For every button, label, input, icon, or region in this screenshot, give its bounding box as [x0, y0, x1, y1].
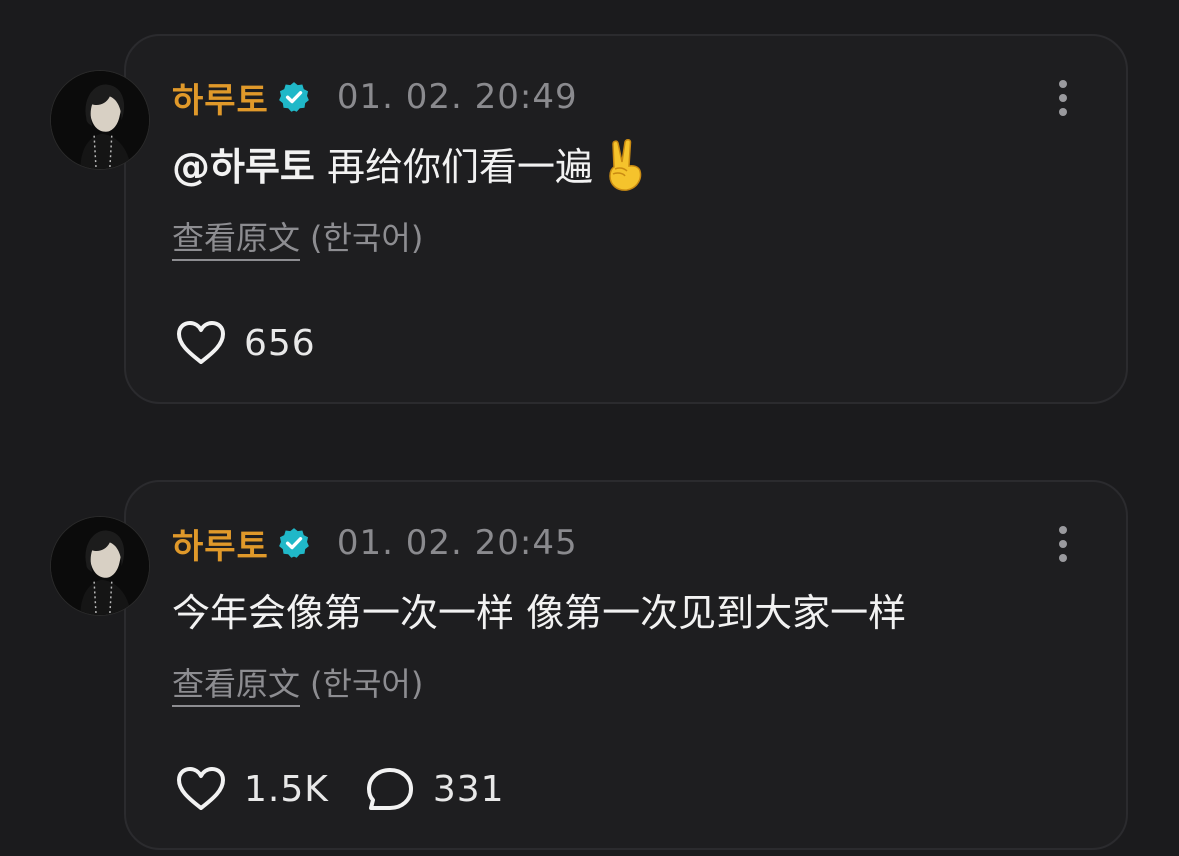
like-count: 656: [244, 322, 316, 364]
original-language-label: (한국어): [310, 665, 424, 703]
translation-toggle: 查看原文 (한국어): [172, 216, 424, 261]
more-options-icon[interactable]: [1056, 78, 1070, 118]
view-original-link[interactable]: 查看原文: [172, 219, 301, 261]
username[interactable]: 하루토: [172, 519, 269, 568]
more-options-icon[interactable]: [1056, 524, 1070, 564]
like-button[interactable]: 1.5K: [176, 766, 329, 812]
verified-badge-icon: [277, 80, 311, 114]
avatar[interactable]: [50, 516, 150, 616]
original-language-label: (한국어): [310, 219, 424, 257]
translation-toggle: 查看原文 (한국어): [172, 662, 424, 707]
avatar[interactable]: [50, 70, 150, 170]
post-header: 하루토 01. 02. 20:45: [172, 519, 578, 568]
mention-link[interactable]: @하루토: [172, 145, 315, 189]
view-original-link[interactable]: 查看原文: [172, 665, 301, 707]
username[interactable]: 하루토: [172, 73, 269, 122]
heart-icon: [176, 766, 226, 812]
comment-icon: [365, 766, 415, 812]
heart-icon: [176, 320, 226, 366]
post-actions: 656: [176, 318, 352, 368]
post-text-content: 再给你们看一遍: [314, 145, 593, 189]
post-text: @하루토 再给你们看一遍: [172, 138, 647, 192]
comment-count: 331: [432, 768, 505, 810]
like-count: 1.5K: [244, 768, 329, 810]
victory-hand-emoji: [601, 138, 647, 192]
like-button[interactable]: 656: [176, 320, 316, 366]
post-header: 하루토 01. 02. 20:49: [172, 73, 578, 122]
post-card[interactable]: 하루토 01. 02. 20:49 @하루토 再给你们看一遍 查看原文 (한국어): [50, 34, 1128, 404]
post-timestamp: 01. 02. 20:49: [336, 77, 578, 117]
post-actions: 1.5K 331: [176, 764, 541, 814]
verified-badge-icon: [277, 526, 311, 560]
post-card[interactable]: 하루토 01. 02. 20:45 今年会像第一次一样 像第一次见到大家一样 查…: [50, 480, 1128, 850]
comment-button[interactable]: 331: [365, 766, 505, 812]
post-text: 今年会像第一次一样 像第一次见到大家一样: [172, 591, 907, 635]
post-timestamp: 01. 02. 20:45: [336, 523, 578, 563]
